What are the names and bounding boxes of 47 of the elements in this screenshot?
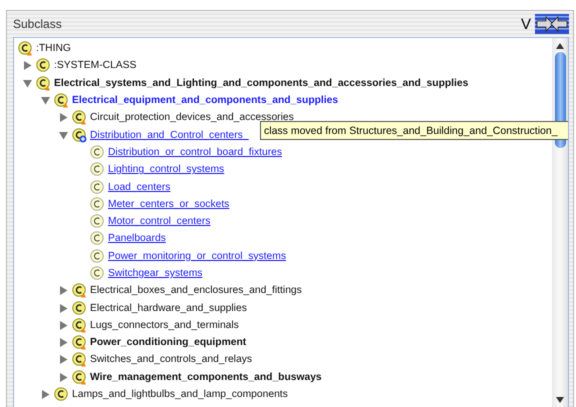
- expand-triangle-icon[interactable]: [58, 372, 68, 382]
- class-icon: [90, 196, 105, 212]
- expand-triangle-icon[interactable]: [22, 61, 32, 70]
- tooltip: class moved from Structures_and_Building_and_Construction_: [260, 121, 568, 140]
- class-icon: [90, 144, 105, 160]
- collapse-triangle-icon[interactable]: [40, 96, 50, 106]
- swap-arrows-icon[interactable]: [535, 14, 569, 34]
- expand-triangle-icon[interactable]: [58, 320, 68, 330]
- class-icon: [90, 162, 105, 178]
- class-icon: [90, 266, 105, 281]
- class-label[interactable]: Electrical_equipment_and_components_and_supplies: [72, 95, 338, 106]
- class-label[interactable]: Electrical_systems_and_Lighting_and_components_and_accessories_and_supplies: [54, 78, 468, 89]
- class-link[interactable]: Lighting_control_systems: [108, 164, 224, 176]
- class-label[interactable]: Power_conditioning_equipment: [90, 337, 246, 348]
- class-label[interactable]: Electrical_boxes_and_enclosures_and_fittings: [90, 285, 302, 296]
- class-link[interactable]: Motor_control_centers: [108, 216, 210, 228]
- expand-triangle-icon[interactable]: [58, 286, 68, 296]
- class-icon: [90, 248, 105, 264]
- expand-triangle-icon[interactable]: [58, 338, 68, 348]
- scroll-up-icon[interactable]: [556, 42, 564, 50]
- panel-title: Subclass: [13, 17, 63, 31]
- class-link[interactable]: Meter_centers_or_sockets: [108, 198, 230, 210]
- class-label[interactable]: :SYSTEM-CLASS: [54, 60, 136, 72]
- class-link[interactable]: Panelboards: [108, 233, 166, 244]
- class-label[interactable]: Wire_management_components_and_busways: [90, 372, 322, 383]
- class-label[interactable]: Electrical_hardware_and_supplies: [90, 302, 247, 314]
- view-label: V: [520, 16, 531, 32]
- class-label[interactable]: Circuit_protection_devices_and_accessories: [90, 112, 294, 124]
- expand-triangle-icon[interactable]: [58, 355, 68, 364]
- class-label[interactable]: Switches_and_controls_and_relays: [90, 354, 252, 366]
- class-label[interactable]: Lamps_and_lightbulbs_and_lamp_components: [72, 389, 288, 400]
- class-link[interactable]: Power_monitoring_or_control_systems: [108, 250, 286, 262]
- expand-triangle-icon[interactable]: [40, 390, 50, 400]
- class-icon: [90, 214, 105, 230]
- class-link[interactable]: Distribution_or_control_board_fixtures: [108, 146, 282, 158]
- collapse-triangle-icon[interactable]: [58, 130, 68, 140]
- class-link[interactable]: Switchgear_systems: [108, 268, 202, 279]
- scroll-down-icon[interactable]: [556, 396, 564, 404]
- class-icon: [90, 180, 105, 195]
- class-label[interactable]: Lugs_connectors_and_terminals: [90, 320, 239, 331]
- expand-triangle-icon[interactable]: [58, 113, 68, 122]
- expand-triangle-icon[interactable]: [58, 304, 68, 313]
- collapse-triangle-icon[interactable]: [22, 78, 32, 88]
- class-link[interactable]: Distribution_and_Control_centers_: [90, 130, 249, 141]
- class-icon: [90, 231, 105, 246]
- class-link[interactable]: Load_centers: [108, 182, 170, 193]
- class-label[interactable]: :THING: [36, 43, 71, 54]
